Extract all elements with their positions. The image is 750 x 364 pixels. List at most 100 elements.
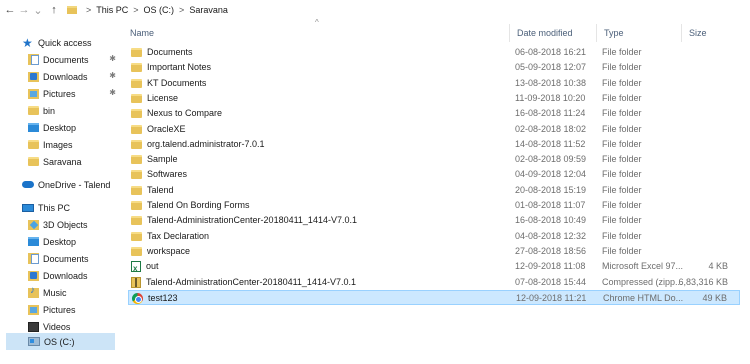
file-name: Tax Declaration <box>147 230 210 241</box>
file-row[interactable]: OracleXE 02-08-2018 18:02 File folder <box>128 122 740 137</box>
sidebar-item-label: Documents <box>43 253 89 264</box>
sidebar-item-music[interactable]: Music <box>28 284 118 301</box>
file-row[interactable]: Talend-AdministrationCenter-20180411_141… <box>128 275 740 290</box>
file-row[interactable]: Talend 20-08-2018 15:19 File folder <box>128 183 740 198</box>
file-type: File folder <box>602 230 642 241</box>
breadcrumb-this-pc[interactable]: This PC <box>96 5 128 15</box>
pin-icon[interactable]: ✱ <box>109 88 116 97</box>
sidebar-item-documents[interactable]: Documents ✱ <box>28 51 118 68</box>
column-header-date-modified[interactable]: Date modified <box>509 24 596 42</box>
file-row[interactable]: Talend-AdministrationCenter-20180411_141… <box>128 213 740 228</box>
videos-folder-icon <box>28 321 39 332</box>
file-name: KT Documents <box>147 77 207 88</box>
drive-icon <box>28 337 40 346</box>
sidebar-item-bin[interactable]: bin <box>28 102 118 119</box>
sidebar-item-desktop[interactable]: Desktop <box>28 119 118 136</box>
up-arrow-icon[interactable]: ↑ <box>47 2 61 18</box>
documents-folder-icon <box>28 253 39 264</box>
sidebar-item-onedrive[interactable]: OneDrive - Talend <box>22 176 118 193</box>
pin-icon[interactable]: ✱ <box>109 71 116 80</box>
folder-icon <box>131 93 142 103</box>
file-row[interactable]: Sample 02-08-2018 09:59 File folder <box>128 152 740 167</box>
file-date: 02-08-2018 18:02 <box>515 123 587 134</box>
sidebar-item-os-c[interactable]: OS (C:) <box>6 333 115 350</box>
sidebar-item-documents-pc[interactable]: Documents <box>28 250 118 267</box>
column-header-row: ^ Name Date modified Type Size <box>123 18 750 42</box>
folder-icon <box>131 201 142 210</box>
sidebar-item-label: Documents <box>43 54 89 65</box>
sidebar-item-saravana[interactable]: Saravana <box>28 153 118 170</box>
file-date: 16-08-2018 11:24 <box>515 108 586 119</box>
navigation-pane: ★ Quick access Documents ✱ Downloads ✱ P… <box>0 30 122 364</box>
file-row[interactable]: KT Documents 13-08-2018 10:38 File folde… <box>128 76 740 91</box>
file-row[interactable]: License 11-09-2018 10:20 File folder <box>128 91 740 106</box>
file-date: 06-08-2018 16:21 <box>515 47 587 57</box>
recent-locations-chevron-icon[interactable]: ⌄ <box>31 2 45 18</box>
chevron-right-icon[interactable]: > <box>86 5 91 15</box>
file-date: 12-09-2018 11:08 <box>515 261 586 272</box>
file-type: File folder <box>602 108 642 119</box>
sidebar-item-label: This PC <box>38 202 71 213</box>
chevron-right-icon[interactable]: > <box>133 5 138 15</box>
breadcrumb-saravana[interactable]: Saravana <box>189 5 228 15</box>
sidebar-item-pictures-pc[interactable]: Pictures <box>28 301 118 318</box>
file-row[interactable]: workspace 27-08-2018 18:56 File folder <box>128 244 740 259</box>
folder-icon <box>131 231 142 241</box>
sidebar-item-downloads[interactable]: Downloads ✱ <box>28 68 118 85</box>
3d-objects-icon <box>28 219 39 230</box>
sidebar-item-pictures[interactable]: Pictures ✱ <box>28 85 118 102</box>
file-row[interactable]: org.talend.administrator-7.0.1 14-08-201… <box>128 137 740 152</box>
file-name: Documents <box>147 47 193 57</box>
file-name: test123 <box>148 292 178 303</box>
file-row[interactable]: Important Notes 05-09-2018 12:07 File fo… <box>128 60 740 75</box>
folder-icon <box>131 185 142 195</box>
file-type: File folder <box>602 138 642 149</box>
file-name: Talend-AdministrationCenter-20180411_141… <box>147 215 357 226</box>
sidebar-item-this-pc[interactable]: This PC <box>22 199 118 216</box>
downloads-folder-icon <box>28 270 39 281</box>
file-row[interactable]: out 12-09-2018 11:08 Microsoft Excel 97.… <box>128 259 740 274</box>
file-type: File folder <box>602 62 642 73</box>
pin-icon[interactable]: ✱ <box>109 54 116 63</box>
sidebar-item-images[interactable]: Images <box>28 136 118 153</box>
chrome-html-file-icon <box>132 292 143 304</box>
file-name: License <box>147 92 179 103</box>
file-size: 49 KB <box>702 292 727 303</box>
file-date: 20-08-2018 15:19 <box>515 184 587 195</box>
folder-icon <box>28 140 39 149</box>
file-size: 6,83,316 KB <box>678 276 728 287</box>
file-row-selected[interactable]: test123 12-09-2018 11:21 Chrome HTML Do.… <box>128 289 740 305</box>
music-folder-icon <box>28 285 39 298</box>
file-type: File folder <box>602 92 642 103</box>
folder-icon <box>131 78 142 88</box>
sidebar-item-label: Pictures <box>43 88 76 99</box>
file-name: OracleXE <box>147 123 186 134</box>
file-row[interactable]: Tax Declaration 04-08-2018 12:32 File fo… <box>128 229 740 244</box>
file-row[interactable]: Documents 06-08-2018 16:21 File folder <box>128 45 740 60</box>
sidebar-item-quick-access[interactable]: ★ Quick access <box>22 34 118 51</box>
file-type: File folder <box>602 184 642 195</box>
column-header-size[interactable]: Size <box>681 24 741 42</box>
onedrive-icon <box>22 181 34 188</box>
column-header-name[interactable]: Name <box>123 24 508 42</box>
folder-icon <box>28 106 39 115</box>
file-date: 13-08-2018 10:38 <box>515 77 587 88</box>
zip-file-icon <box>131 276 141 288</box>
chevron-right-icon[interactable]: > <box>179 5 184 15</box>
file-type: File folder <box>602 200 642 210</box>
desktop-folder-icon <box>28 123 39 132</box>
sidebar-item-3d-objects[interactable]: 3D Objects <box>28 216 118 233</box>
file-row[interactable]: Softwares 04-09-2018 12:04 File folder <box>128 167 740 182</box>
file-type: File folder <box>602 47 642 57</box>
sidebar-item-label: Downloads <box>43 270 88 281</box>
file-date: 05-09-2018 12:07 <box>515 62 587 73</box>
sidebar-item-label: Pictures <box>43 304 76 315</box>
back-arrow-icon[interactable]: ← <box>3 2 17 18</box>
sidebar-item-desktop-pc[interactable]: Desktop <box>28 233 118 250</box>
sidebar-item-downloads-pc[interactable]: Downloads <box>28 267 118 284</box>
breadcrumb-os-c[interactable]: OS (C:) <box>144 5 175 15</box>
forward-arrow-icon[interactable]: → <box>17 2 31 18</box>
file-row[interactable]: Talend On Bording Forms 01-08-2018 11:07… <box>128 198 740 213</box>
column-header-type[interactable]: Type <box>596 24 681 42</box>
file-row[interactable]: Nexus to Compare 16-08-2018 11:24 File f… <box>128 106 740 121</box>
